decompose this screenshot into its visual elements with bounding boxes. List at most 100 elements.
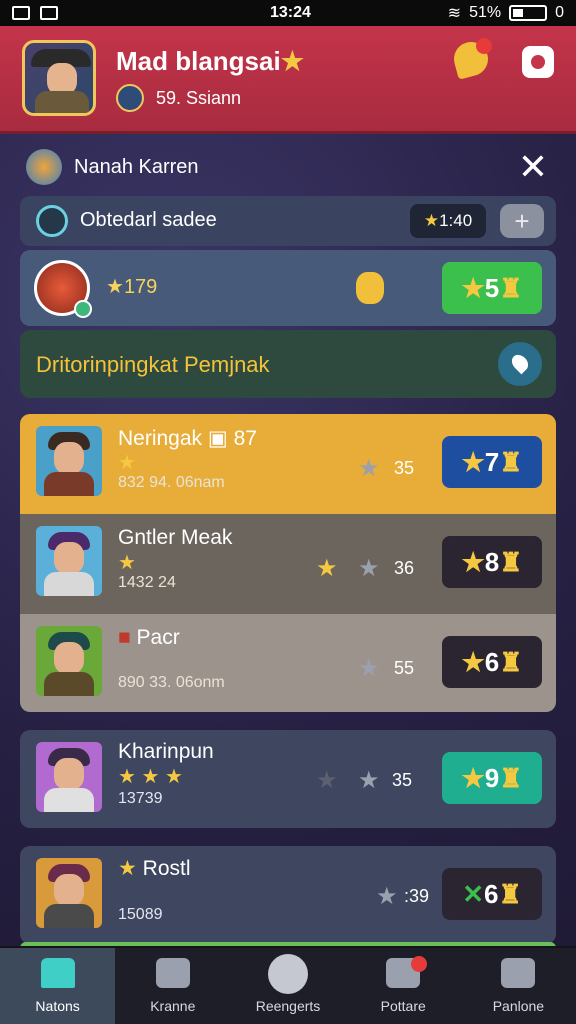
entry-stars: ★ ★ ★ bbox=[118, 766, 183, 788]
nav-label: Reengerts bbox=[255, 998, 321, 1014]
profile-header: Mad blangsai★ 59. Ssiann bbox=[0, 26, 576, 134]
entry-action-button[interactable]: ★ 8 ♜ bbox=[442, 536, 542, 588]
panel-title: Nanah Karren bbox=[74, 155, 199, 178]
badge-icon: ■ bbox=[118, 626, 131, 649]
profile-icon bbox=[501, 958, 536, 988]
entry-score: :39 bbox=[404, 886, 430, 906]
star-icon: ★ bbox=[423, 211, 440, 230]
entry-name: Kharinpun bbox=[118, 740, 214, 763]
entry-subtitle: 1432 24 bbox=[118, 574, 176, 591]
entry-subtitle: 890 33. 06onm bbox=[118, 674, 225, 691]
entry-action-button[interactable]: ★ 9 ♜ bbox=[442, 752, 542, 804]
nav-label: Pottare bbox=[380, 998, 426, 1014]
rating-star-icon: ★ bbox=[316, 555, 338, 582]
rating-star-icon: ★ bbox=[316, 767, 338, 794]
image-icon bbox=[12, 6, 30, 20]
ranking-list: Neringak ▣ 87 ★ 832 94. 06nam ★ 35 ★ 7 ♜ G… bbox=[20, 414, 556, 712]
objective-row[interactable]: Obtedarl sadee ★ 1:40 + bbox=[20, 196, 556, 246]
rating-star-icon: ★ bbox=[358, 767, 380, 794]
star-flag-icon bbox=[155, 958, 190, 988]
trophy-icon: ♜ bbox=[499, 272, 523, 303]
star-icon: ★ bbox=[461, 546, 485, 577]
gem-icon bbox=[356, 272, 384, 304]
entry-subtitle: 13739 bbox=[118, 790, 163, 807]
star-icon: ★ bbox=[461, 446, 485, 477]
trophy-icon: ♜ bbox=[498, 878, 522, 909]
nav-label: Panlone bbox=[492, 998, 545, 1014]
entry-name: Neringak ▣ 87 bbox=[118, 427, 257, 450]
avatar bbox=[36, 526, 102, 596]
entry-stars: ★ bbox=[118, 552, 136, 574]
avatar bbox=[36, 858, 102, 928]
compass-icon bbox=[36, 205, 68, 237]
star-icon: ★ bbox=[280, 46, 305, 76]
profile-title: Mad blangsai★ bbox=[116, 46, 304, 77]
player-action-button[interactable]: ★ 5 ♜ bbox=[442, 262, 542, 314]
add-button[interactable]: + bbox=[500, 204, 544, 238]
rating-star-icon: ★ bbox=[358, 655, 380, 682]
entry-subtitle: 15089 bbox=[118, 906, 163, 923]
list-item[interactable]: ★ Rostl 15089 ★ :39 ✕ 6 ♜ bbox=[20, 846, 556, 944]
nav-item-kranne[interactable]: Kranne bbox=[115, 948, 230, 1024]
profile-subtitle: 59. Ssiann bbox=[156, 88, 242, 108]
entry-score: 36 bbox=[394, 558, 415, 578]
list-item[interactable]: Gntler Meak ★ 1432 24 ★ ★ 36 ★ 8 ♜ bbox=[20, 514, 556, 614]
panel-header: Nanah Karren ✕ bbox=[14, 144, 562, 190]
entry-action-button[interactable]: ★ 6 ♜ bbox=[442, 636, 542, 688]
player-row[interactable]: ★179 ★ 5 ♜ bbox=[20, 250, 556, 326]
wifi-icon: ≋ bbox=[447, 5, 462, 22]
profile-avatar[interactable] bbox=[22, 40, 96, 116]
star-icon: ★ bbox=[461, 762, 485, 793]
trophy-icon: ♜ bbox=[499, 546, 523, 577]
entry-action-button[interactable]: ✕ 6 ♜ bbox=[442, 868, 542, 920]
list-item[interactable]: Neringak ▣ 87 ★ 832 94. 06nam ★ 35 ★ 7 ♜ bbox=[20, 414, 556, 514]
entry-action-button[interactable]: ★ 7 ♜ bbox=[442, 436, 542, 488]
player-score: ★179 bbox=[106, 276, 158, 298]
guild-avatar bbox=[116, 84, 144, 112]
objective-timer: ★ 1:40 bbox=[410, 204, 486, 238]
star-icon: ★ bbox=[106, 276, 124, 298]
list-item[interactable]: ■ Pacr 890 33. 06onm ★ 55 ★ 6 ♜ bbox=[20, 614, 556, 712]
status-bar: 13:24 ≋ 51% 0 bbox=[0, 0, 576, 26]
bird-icon bbox=[26, 149, 62, 185]
character-icon bbox=[268, 954, 308, 994]
nav-item-natons[interactable]: Natons bbox=[0, 948, 116, 1024]
avatar bbox=[36, 742, 102, 812]
nav-label: Kranne bbox=[150, 998, 196, 1014]
nav-item-pottare[interactable]: Pottare bbox=[346, 948, 461, 1024]
close-button[interactable]: ✕ bbox=[518, 149, 548, 185]
nav-item-panlone[interactable]: Panlone bbox=[461, 948, 576, 1024]
notification-badge bbox=[476, 38, 492, 54]
entry-score: 55 bbox=[394, 658, 415, 678]
entry-subtitle: 832 94. 06nam bbox=[118, 474, 225, 491]
entry-score: 35 bbox=[392, 770, 413, 790]
rating-star-icon: ★ bbox=[358, 455, 380, 482]
online-status-icon bbox=[74, 300, 92, 318]
entry-stars: ★ bbox=[118, 452, 136, 474]
event-label: Dritorinpingkat Pemjnak bbox=[36, 352, 270, 377]
trophy-icon: ♜ bbox=[499, 646, 523, 677]
star-icon: ★ bbox=[461, 646, 485, 677]
notification-badge bbox=[410, 956, 427, 972]
battery-percent: 51% bbox=[469, 4, 502, 21]
settings-button[interactable] bbox=[522, 46, 554, 78]
rating-star-icon: ★ bbox=[358, 555, 380, 582]
status-extra: 0 bbox=[555, 4, 564, 21]
entry-name: ★ Rostl bbox=[118, 857, 191, 880]
entry-score: 35 bbox=[394, 458, 415, 478]
trophy-icon: ♜ bbox=[499, 446, 523, 477]
location-pin-icon[interactable] bbox=[498, 342, 542, 386]
star-icon: ★ bbox=[118, 857, 137, 880]
nav-item-reengerts[interactable]: Reengerts bbox=[230, 948, 345, 1024]
entry-name: ■ Pacr bbox=[118, 626, 180, 649]
profile-name: Mad blangsai bbox=[116, 46, 281, 76]
notification-icon bbox=[40, 6, 58, 20]
event-row[interactable]: Dritorinpingkat Pemjnak bbox=[20, 330, 556, 398]
objective-label: Obtedarl sadee bbox=[80, 209, 217, 231]
avatar bbox=[36, 626, 102, 696]
trophy-icon: ♜ bbox=[499, 762, 523, 793]
battery-icon bbox=[509, 5, 548, 21]
list-item[interactable]: Kharinpun ★ ★ ★ 13739 ★ ★ 35 ★ 9 ♜ bbox=[20, 730, 556, 828]
avatar bbox=[36, 426, 102, 496]
entry-level: 87 bbox=[233, 427, 257, 450]
